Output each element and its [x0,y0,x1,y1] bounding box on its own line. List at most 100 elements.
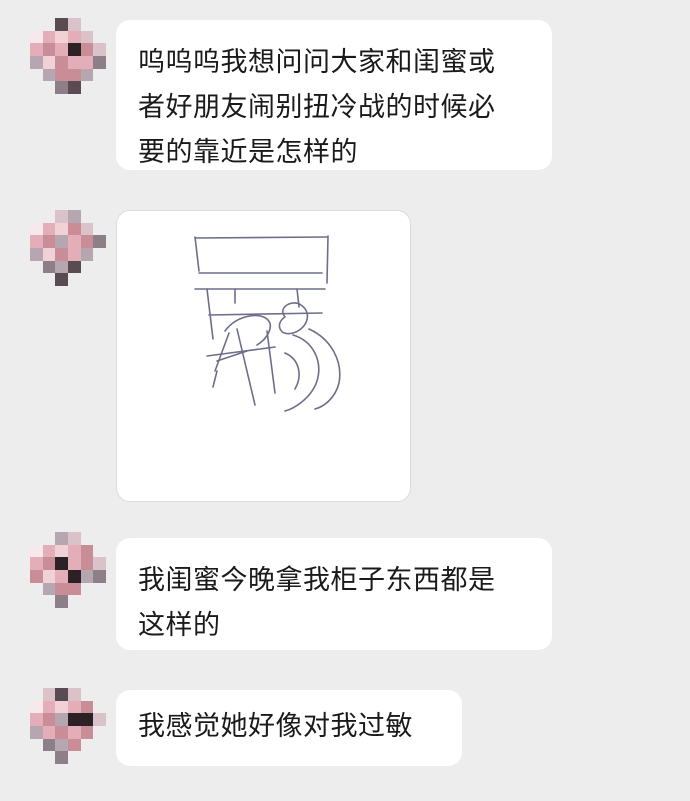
avatar-pixel [30,260,43,274]
avatar-pixel [42,210,56,223]
avatar-pixel [93,544,106,558]
avatar-pixel [68,30,81,44]
hand-drawn-sketch-image [194,235,341,412]
avatar-pixel [80,532,94,545]
message-bubble[interactable]: 我感觉她好像对我过敏 [116,690,462,766]
avatar-pixel [93,570,106,583]
avatar-pixel [42,260,56,274]
avatar-pixel [80,222,94,236]
avatar[interactable] [30,18,106,94]
avatar-pixel [68,713,81,726]
avatar-pixel [42,738,56,752]
avatar-pixel [30,570,43,583]
chat-thread: 呜呜呜我想问问大家和闺蜜或 者好朋友闹别扭冷战的时候必 要的靠近是怎样的 我闺蜜… [0,0,690,801]
avatar-pixel [55,713,68,726]
avatar-pixel [93,688,106,701]
avatar-pixel [68,222,81,236]
avatar-pixel [93,18,106,31]
avatar-pixel [30,56,43,69]
avatar-pixel [30,222,43,236]
avatar-pixel [55,43,68,56]
avatar-pixel [42,557,56,570]
avatar-pixel [42,43,56,56]
avatar-pixel [68,235,81,248]
avatar-pixel [68,751,81,764]
avatar-pixel [93,260,106,274]
avatar-pixel [30,18,43,31]
avatar[interactable] [30,532,106,608]
avatar-pixel [30,30,43,44]
avatar-pixel [80,595,94,608]
avatar-pixel [80,260,94,274]
message-bubble[interactable]: 我闺蜜今晚拿我柜子东西都是 这样的 [116,538,552,650]
avatar-pixel [55,18,68,31]
avatar-pixel [30,713,43,726]
avatar-pixel [68,595,81,608]
avatar-pixel [42,700,56,714]
avatar-pixel [93,595,106,608]
avatar-pixel [68,248,81,261]
avatar-pixel [80,81,94,94]
avatar-pixel [30,532,43,545]
avatar-pixel [42,248,56,261]
avatar-pixel [30,544,43,558]
avatar-pixel [80,688,94,701]
avatar-pixel [68,273,81,286]
avatar-pixel [30,700,43,714]
avatar-pixel [93,81,106,94]
avatar-pixel [93,557,106,570]
avatar-pixel [80,751,94,764]
avatar-pixel [93,273,106,286]
avatar[interactable] [30,688,106,764]
avatar-pixel [42,570,56,583]
avatar-pixel [55,700,68,714]
avatar-pixel [93,56,106,69]
avatar-pixel [30,688,43,701]
avatar-pixel [68,43,81,56]
avatar-pixel [55,582,68,596]
avatar-pixel [30,68,43,82]
message-text-line: 我感觉她好像对我过敏 [138,711,413,742]
avatar-pixel [68,260,81,274]
avatar-pixel [42,56,56,69]
avatar-pixel [55,260,68,274]
avatar-pixel [55,595,68,608]
avatar-pixel [30,235,43,248]
avatar-pixel [42,582,56,596]
avatar[interactable] [30,210,106,286]
message-bubble[interactable]: 呜呜呜我想问问大家和闺蜜或 者好朋友闹别扭冷战的时候必 要的靠近是怎样的 [116,20,552,170]
image-message[interactable] [116,210,411,502]
avatar-pixel [93,30,106,44]
avatar-pixel [55,30,68,44]
avatar-pixel [42,273,56,286]
avatar-pixel [55,738,68,752]
avatar-pixel [80,570,94,583]
avatar-pixel [68,68,81,82]
avatar-pixel [80,43,94,56]
avatar-pixel [30,210,43,223]
avatar-pixel [30,738,43,752]
avatar-pixel [55,532,68,545]
avatar-pixel [55,56,68,69]
avatar-pixel [80,544,94,558]
message-text-line: 呜呜呜我想问问大家和闺蜜或 [138,47,496,78]
avatar-pixel [42,726,56,739]
avatar-pixel [80,56,94,69]
avatar-pixel [55,557,68,570]
avatar-pixel [30,248,43,261]
avatar-pixel [68,557,81,570]
avatar-pixel [93,726,106,739]
avatar-pixel [42,222,56,236]
avatar-pixel [42,713,56,726]
avatar-pixel [55,210,68,223]
avatar-pixel [30,557,43,570]
avatar-pixel [68,210,81,223]
avatar-pixel [30,726,43,739]
avatar-pixel [55,248,68,261]
avatar-pixel [55,235,68,248]
avatar-pixel [68,56,81,69]
avatar-pixel [93,532,106,545]
avatar-pixel [30,595,43,608]
avatar-pixel [93,210,106,223]
avatar-pixel [80,582,94,596]
